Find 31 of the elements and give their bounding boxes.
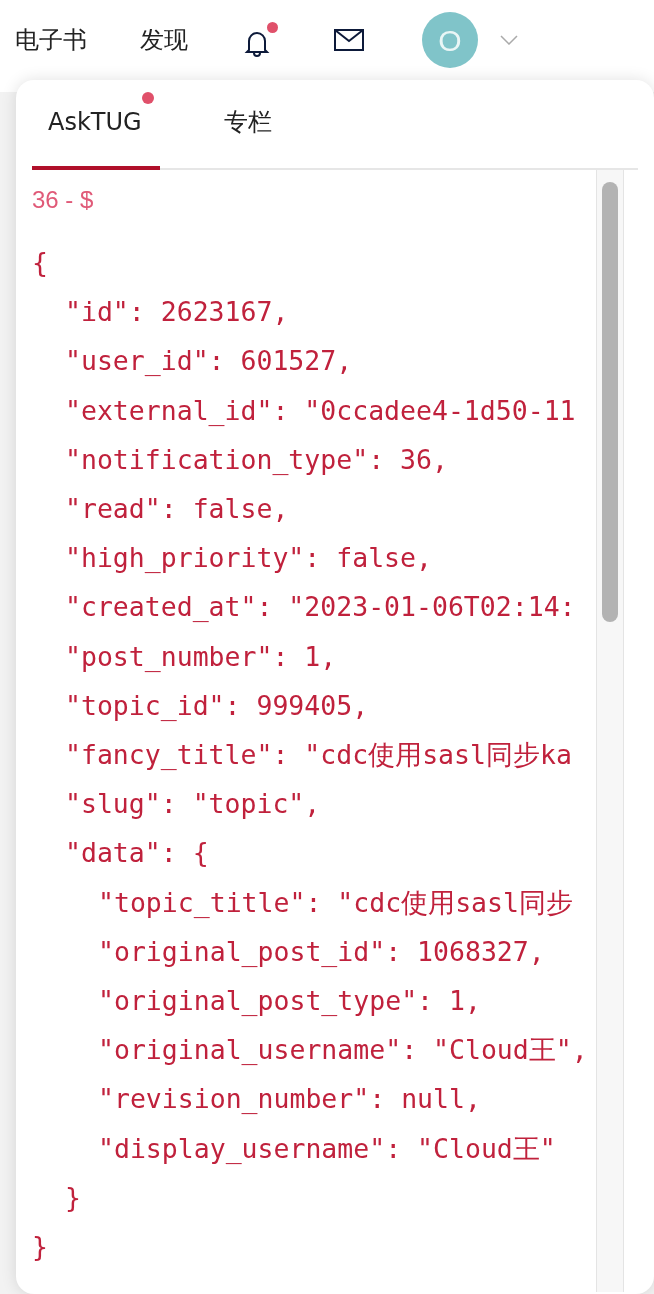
code-line: "fancy_title": "cdc使用sasl同步ka (65, 738, 572, 773)
notification-bell-icon[interactable] (244, 22, 278, 58)
code-line: "id": 2623167, (65, 295, 289, 330)
notification-heading: 36 - $ (32, 186, 94, 213)
code-line: } (32, 1230, 48, 1265)
code-line: "topic_id": 999405, (65, 688, 369, 723)
scrollbar-thumb[interactable] (602, 182, 618, 622)
code-line: "created_at": "2023-01-06T02:14: (65, 590, 576, 625)
code-line: "original_username": "Cloud王", (98, 1033, 588, 1068)
code-line: "read": false, (65, 492, 289, 526)
code-line: "revision_number": null, (98, 1082, 481, 1117)
tab[interactable]: AskTUG (32, 90, 160, 170)
nav-link[interactable]: 发现 (140, 22, 188, 58)
code-line: "user_id": 601527, (65, 344, 353, 379)
scrollbar[interactable] (596, 170, 624, 1292)
code-line: { (32, 246, 48, 280)
nav-link[interactable]: 电子书 (15, 22, 87, 58)
chevron-down-icon[interactable] (500, 35, 518, 45)
code-line: "post_number": 1, (65, 639, 337, 674)
code-line: "display_username": "Cloud王" (98, 1131, 556, 1166)
code-line: "external_id": "0ccadee4-1d50-11 (65, 393, 576, 428)
tab[interactable]: 专栏 (207, 90, 290, 170)
code-line: } (65, 1180, 81, 1215)
code-line: "original_post_type": 1, (98, 984, 481, 1019)
mail-icon[interactable] (334, 29, 364, 51)
code-line: "topic_title": "cdc使用sasl同步 (98, 885, 573, 920)
code-line: "data": { (65, 836, 209, 871)
code-line: "high_priority": false, (65, 541, 432, 576)
code-line: "original_post_id": 1068327, (98, 934, 545, 969)
code-line: "slug": "topic", (65, 787, 321, 822)
code-line: "notification_type": 36, (65, 442, 448, 477)
